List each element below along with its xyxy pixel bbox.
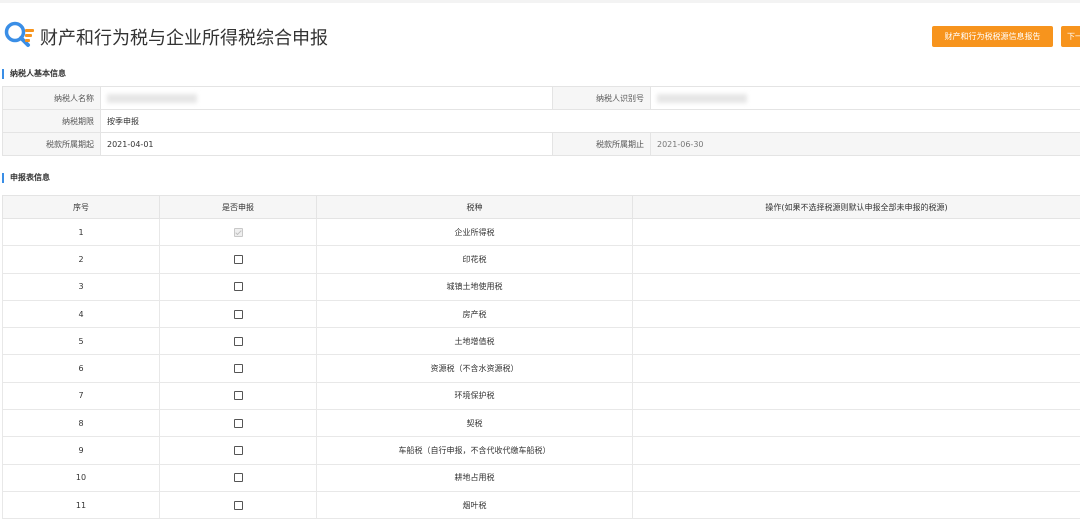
declare-cell bbox=[159, 272, 317, 301]
declare-checkbox bbox=[233, 227, 243, 237]
column-header-declare: 是否申报 bbox=[159, 195, 317, 219]
redacted-taxpayer-id bbox=[657, 93, 747, 103]
row-number: 4 bbox=[2, 299, 160, 329]
operation-cell bbox=[632, 354, 1080, 383]
declare-cell bbox=[159, 381, 317, 411]
declare-cell bbox=[159, 354, 317, 383]
row-number: 1 bbox=[2, 217, 160, 247]
operation-cell bbox=[632, 409, 1080, 438]
table-row: 2 印花税 bbox=[2, 245, 1080, 274]
table-row: 8 契税 bbox=[2, 409, 1080, 438]
declare-cell bbox=[159, 436, 317, 465]
declare-cell bbox=[159, 299, 317, 329]
declare-cell bbox=[159, 490, 317, 520]
declare-cell bbox=[159, 327, 317, 356]
top-divider bbox=[0, 0, 1080, 3]
page-header: 财产和行为税与企业所得税综合申报 财产和行为税税源信息报告 下一 bbox=[0, 14, 1080, 58]
tax-type-name: 车船税（自行申报，不含代收代缴车船税） bbox=[316, 436, 633, 465]
info-row: 纳税期限 按季申报 bbox=[2, 109, 1080, 133]
tax-source-report-button[interactable]: 财产和行为税税源信息报告 bbox=[932, 26, 1053, 47]
table-row: 4 房产税 bbox=[2, 299, 1080, 329]
declare-checkbox[interactable] bbox=[233, 364, 243, 374]
operation-cell bbox=[632, 381, 1080, 411]
operation-cell bbox=[632, 327, 1080, 356]
tax-period-value: 按季申报 bbox=[100, 109, 1080, 133]
column-header-operation: 操作(如果不选择税源则默认申报全部未申报的税源) bbox=[632, 195, 1080, 219]
operation-cell bbox=[632, 436, 1080, 465]
taxpayer-id-value bbox=[650, 86, 1080, 110]
table-row: 6 资源税（不含水资源税） bbox=[2, 354, 1080, 383]
declare-checkbox[interactable] bbox=[233, 254, 243, 264]
table-row: 11 烟叶税 bbox=[2, 490, 1080, 520]
taxpayer-name-label: 纳税人名称 bbox=[2, 86, 101, 110]
declare-cell bbox=[159, 409, 317, 438]
tax-type-name: 环境保护税 bbox=[316, 381, 633, 411]
declare-checkbox[interactable] bbox=[233, 309, 243, 319]
operation-cell bbox=[632, 272, 1080, 301]
page-title: 财产和行为税与企业所得税综合申报 bbox=[40, 28, 328, 49]
declaration-table-body: 1 企业所得税 2 印花税 3 城镇土地使用税 4 房产税 5 土地增值税 6 资源税（不含水资源税）… bbox=[2, 217, 1080, 520]
column-header-tax-type: 税种 bbox=[316, 195, 633, 219]
row-number: 3 bbox=[2, 272, 160, 301]
period-end-value: 2021-06-30 bbox=[650, 132, 1080, 156]
operation-cell bbox=[632, 245, 1080, 274]
tax-type-name: 烟叶税 bbox=[316, 490, 633, 520]
row-number: 9 bbox=[2, 436, 160, 465]
declare-checkbox[interactable] bbox=[233, 473, 243, 483]
table-row: 7 环境保护税 bbox=[2, 381, 1080, 411]
row-number: 11 bbox=[2, 490, 160, 520]
declare-checkbox[interactable] bbox=[233, 391, 243, 401]
declare-checkbox[interactable] bbox=[233, 336, 243, 346]
taxpayer-name-value bbox=[100, 86, 553, 110]
period-end-label: 税款所属期止 bbox=[552, 132, 651, 156]
next-step-button[interactable]: 下一 bbox=[1061, 26, 1080, 47]
table-row: 1 企业所得税 bbox=[2, 217, 1080, 247]
table-row: 3 城镇土地使用税 bbox=[2, 272, 1080, 301]
table-row: 10 耕地占用税 bbox=[2, 463, 1080, 492]
taxpayer-info-table: 纳税人名称 纳税人识别号 纳税期限 按季申报 税款所属期起 2021-04-01… bbox=[2, 86, 1080, 156]
row-number: 8 bbox=[2, 409, 160, 438]
declare-checkbox[interactable] bbox=[233, 282, 243, 292]
declaration-table: 序号 是否申报 税种 操作(如果不选择税源则默认申报全部未申报的税源) 1 企业所… bbox=[2, 195, 1080, 520]
tax-type-name: 耕地占用税 bbox=[316, 463, 633, 492]
declare-checkbox[interactable] bbox=[233, 500, 243, 510]
tax-type-name: 企业所得税 bbox=[316, 217, 633, 247]
search-magnifier-icon bbox=[4, 21, 34, 47]
table-header-row: 序号 是否申报 税种 操作(如果不选择税源则默认申报全部未申报的税源) bbox=[2, 195, 1080, 219]
operation-cell bbox=[632, 217, 1080, 247]
section-title-basic-info: 纳税人基本信息 bbox=[2, 69, 66, 79]
redacted-taxpayer-name bbox=[107, 93, 197, 103]
period-start-value[interactable]: 2021-04-01 bbox=[100, 132, 553, 156]
period-start-label: 税款所属期起 bbox=[2, 132, 101, 156]
info-row: 税款所属期起 2021-04-01 税款所属期止 2021-06-30 bbox=[2, 132, 1080, 156]
tax-type-name: 土地增值税 bbox=[316, 327, 633, 356]
column-header-no: 序号 bbox=[2, 195, 160, 219]
row-number: 6 bbox=[2, 354, 160, 383]
operation-cell bbox=[632, 490, 1080, 520]
row-number: 2 bbox=[2, 245, 160, 274]
tax-type-name: 资源税（不含水资源税） bbox=[316, 354, 633, 383]
table-row: 9 车船税（自行申报，不含代收代缴车船税） bbox=[2, 436, 1080, 465]
tax-period-label: 纳税期限 bbox=[2, 109, 101, 133]
declare-checkbox[interactable] bbox=[233, 418, 243, 428]
info-row: 纳税人名称 纳税人识别号 bbox=[2, 86, 1080, 110]
row-number: 7 bbox=[2, 381, 160, 411]
declare-cell bbox=[159, 245, 317, 274]
row-number: 10 bbox=[2, 463, 160, 492]
row-number: 5 bbox=[2, 327, 160, 356]
tax-type-name: 房产税 bbox=[316, 299, 633, 329]
tax-type-name: 印花税 bbox=[316, 245, 633, 274]
table-row: 5 土地增值税 bbox=[2, 327, 1080, 356]
declare-cell bbox=[159, 463, 317, 492]
tax-type-name: 城镇土地使用税 bbox=[316, 272, 633, 301]
declare-cell bbox=[159, 217, 317, 247]
taxpayer-id-label: 纳税人识别号 bbox=[552, 86, 651, 110]
declare-checkbox[interactable] bbox=[233, 446, 243, 456]
section-title-declaration: 申报表信息 bbox=[2, 173, 50, 183]
tax-type-name: 契税 bbox=[316, 409, 633, 438]
operation-cell bbox=[632, 299, 1080, 329]
operation-cell bbox=[632, 463, 1080, 492]
